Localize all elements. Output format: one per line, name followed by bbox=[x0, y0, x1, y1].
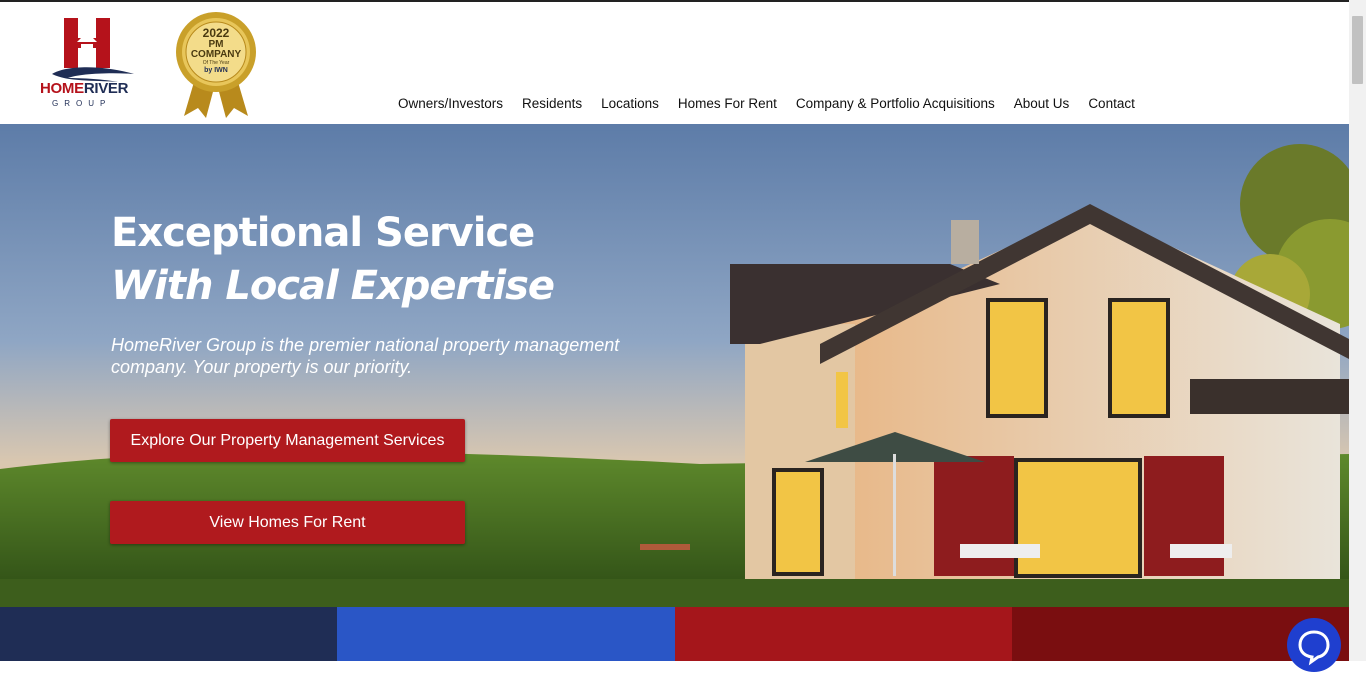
award-badge: 2022 PM COMPANY Of The Year by IWN bbox=[172, 10, 260, 120]
view-homes-for-rent-button[interactable]: View Homes For Rent bbox=[110, 501, 465, 544]
explore-services-button[interactable]: Explore Our Property Management Services bbox=[110, 419, 465, 462]
badge-issuer: by IWN bbox=[204, 67, 228, 74]
hero-description: HomeRiver Group is the premier national … bbox=[111, 335, 620, 377]
chat-bubble-icon bbox=[1298, 630, 1330, 666]
chat-button[interactable] bbox=[1287, 618, 1341, 672]
logo-wordmark: HOMERIVER bbox=[40, 80, 129, 97]
band-blue bbox=[337, 607, 675, 661]
nav-about-us[interactable]: About Us bbox=[1014, 96, 1070, 111]
scrollbar-thumb[interactable] bbox=[1352, 16, 1363, 84]
badge-year: 2022 bbox=[202, 26, 230, 40]
nav-homes-for-rent[interactable]: Homes For Rent bbox=[678, 96, 777, 111]
homeriver-logo[interactable]: HOMERIVER GROUP bbox=[38, 16, 144, 112]
hero-headline: Exceptional Service bbox=[111, 210, 535, 256]
hero-section: Exceptional Service With Local Expertise… bbox=[0, 124, 1349, 607]
site-header: HOMERIVER GROUP 2022 PM COMPANY Of The Ye… bbox=[0, 2, 1349, 124]
nav-owners-investors[interactable]: Owners/Investors bbox=[398, 96, 503, 111]
nav-locations[interactable]: Locations bbox=[601, 96, 659, 111]
badge-subtitle: Of The Year bbox=[202, 60, 230, 66]
logo-house-icon bbox=[52, 18, 134, 82]
band-red bbox=[674, 607, 1012, 661]
nav-residents[interactable]: Residents bbox=[522, 96, 582, 111]
page-scrollbar[interactable] bbox=[1349, 0, 1366, 661]
hero-headline-italic: With Local Expertise bbox=[111, 263, 555, 309]
nav-contact[interactable]: Contact bbox=[1088, 96, 1135, 111]
main-nav: Owners/Investors Residents Locations Hom… bbox=[398, 96, 1154, 111]
band-navy bbox=[0, 607, 338, 661]
color-bands bbox=[0, 607, 1349, 661]
logo-subtitle: GROUP bbox=[52, 99, 112, 108]
nav-company-portfolio-acquisitions[interactable]: Company & Portfolio Acquisitions bbox=[796, 96, 995, 111]
badge-title: PM COMPANY bbox=[190, 39, 242, 60]
